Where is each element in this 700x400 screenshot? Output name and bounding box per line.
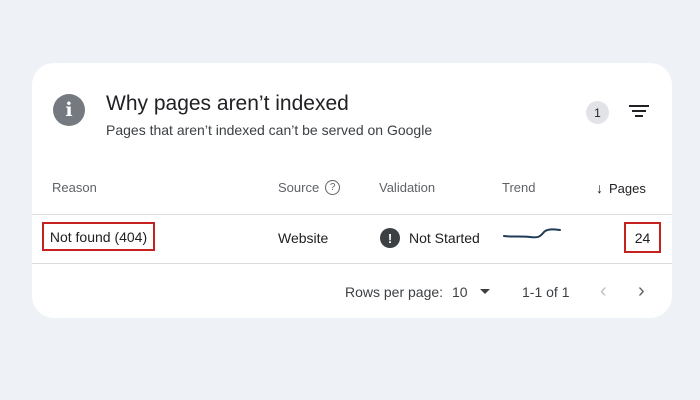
column-header-trend: Trend: [502, 180, 536, 195]
column-header-pages-label: Pages: [609, 180, 646, 196]
info-icon: i: [53, 94, 85, 126]
chevron-left-icon[interactable]: ‹: [600, 280, 607, 303]
filter-count-badge: 1: [586, 101, 609, 124]
header-divider: [32, 214, 672, 215]
rows-per-page-select[interactable]: 10: [452, 284, 468, 300]
pages-cell[interactable]: 24: [624, 222, 661, 253]
exclamation-icon: !: [380, 228, 400, 248]
column-header-validation[interactable]: Validation: [379, 180, 435, 195]
reason-cell[interactable]: Not found (404): [42, 222, 155, 251]
validation-cell: Not Started: [409, 230, 480, 246]
index-status-card: i Why pages aren’t indexed Pages that ar…: [32, 63, 672, 318]
rows-per-page-label: Rows per page:: [345, 284, 444, 300]
column-header-source[interactable]: Source ?: [278, 180, 341, 195]
help-icon[interactable]: ?: [325, 180, 341, 195]
row-divider: [32, 263, 672, 264]
card-subtitle: Pages that aren’t indexed can’t be serve…: [106, 122, 433, 138]
column-header-source-label: Source: [278, 180, 320, 195]
card-title: Why pages aren’t indexed: [106, 92, 349, 115]
column-header-reason[interactable]: Reason: [52, 180, 97, 195]
source-cell: Website: [278, 230, 329, 246]
filter-icon[interactable]: [628, 103, 650, 119]
pagination-range: 1-1 of 1: [522, 284, 570, 300]
chevron-right-icon[interactable]: ›: [638, 280, 645, 303]
caret-down-icon[interactable]: [480, 289, 490, 294]
sort-descending-icon: ↓: [596, 180, 603, 196]
sparkline: [503, 228, 561, 239]
column-header-pages[interactable]: ↓ Pages: [596, 180, 646, 196]
